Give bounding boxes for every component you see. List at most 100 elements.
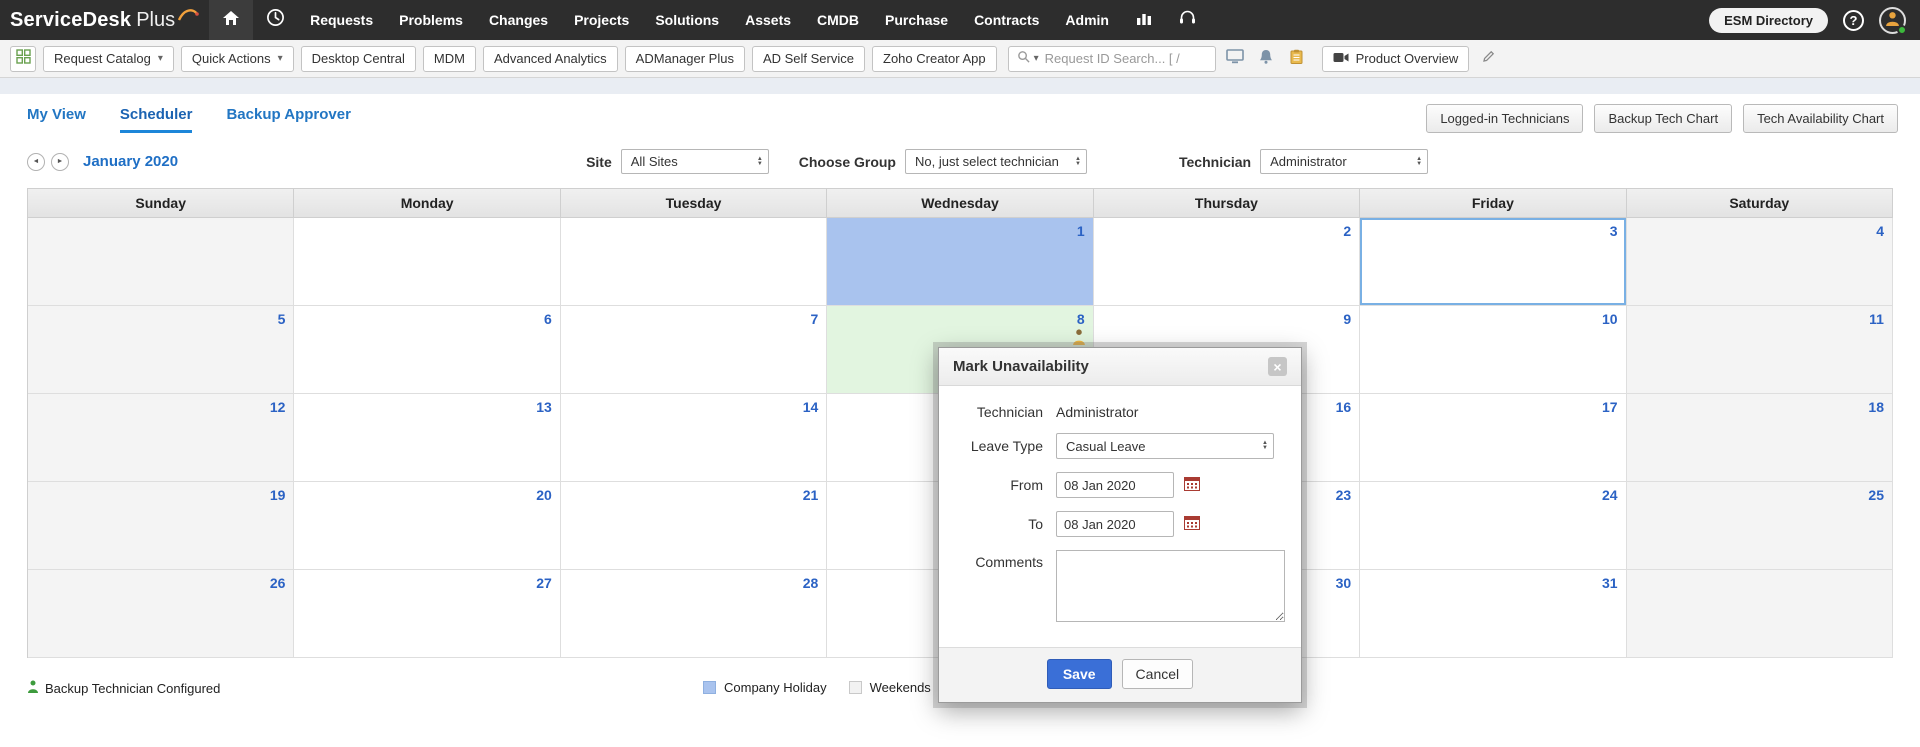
tab-my-view[interactable]: My View	[27, 106, 86, 133]
modal-technician-label: Technician	[976, 404, 1043, 420]
cancel-button[interactable]: Cancel	[1121, 659, 1194, 689]
calendar-day-header: Friday	[1360, 189, 1627, 218]
secondary-toolbar: Request Catalog ▾ Quick Actions ▾ Deskto…	[0, 40, 1920, 78]
toolbar-button-advanced-analytics[interactable]: Advanced Analytics	[482, 45, 618, 72]
support-button[interactable]	[1166, 0, 1210, 40]
legend-backup-label: Backup Technician Configured	[45, 680, 221, 696]
calendar-day-cell[interactable]: 4	[1626, 218, 1893, 306]
calendar-day-cell[interactable]: 28	[560, 570, 828, 658]
reports-button[interactable]	[1122, 0, 1166, 40]
calendar-day-cell[interactable]: 2	[1093, 218, 1361, 306]
calendar-day-cell[interactable]	[560, 218, 828, 306]
modal-close-button[interactable]: ×	[1268, 357, 1287, 376]
remote-control-button[interactable]	[1223, 46, 1247, 72]
technician-select[interactable]: Administrator ▲ ▼	[1260, 149, 1429, 174]
nav-item-admin[interactable]: Admin	[1052, 0, 1122, 40]
esm-directory-button[interactable]: ESM Directory	[1709, 7, 1828, 33]
calendar-day-cell-company-holiday[interactable]: 1	[827, 218, 1094, 306]
home-nav-button[interactable]	[209, 0, 254, 40]
calendar-day-cell[interactable]: 12	[28, 394, 295, 482]
search-caret-down-icon: ▾	[1033, 52, 1039, 64]
calendar-day-cell[interactable]: 26	[28, 570, 295, 658]
calendar-day-cell[interactable]: 6	[294, 306, 561, 394]
modal-body: Technician Administrator Leave Type Casu…	[939, 386, 1301, 647]
calendar-day-cell[interactable]: 25	[1626, 482, 1893, 570]
from-date-row: From	[955, 472, 1285, 498]
nav-item-projects[interactable]: Projects	[561, 0, 642, 40]
calendar-day-cell[interactable]: 20	[294, 482, 561, 570]
calendar-day-cell[interactable]: 7	[560, 306, 828, 394]
help-button[interactable]: ?	[1843, 9, 1864, 31]
logged-in-technicians-button[interactable]: Logged-in Technicians	[1426, 104, 1584, 133]
calendar-day-cell[interactable]: 27	[294, 570, 561, 658]
toolbar-button-admanager-plus[interactable]: ADManager Plus	[624, 45, 745, 72]
calendar-day-cell[interactable]	[294, 218, 561, 306]
nav-item-cmdb[interactable]: CMDB	[804, 0, 872, 40]
toolbar-button-desktop-central[interactable]: Desktop Central	[300, 45, 416, 72]
calendar-day-cell[interactable]: 19	[28, 482, 295, 570]
prev-month-button[interactable]: ◄	[27, 152, 45, 171]
nav-item-solutions[interactable]: Solutions	[642, 0, 732, 40]
request-catalog-button[interactable]: Request Catalog ▾	[43, 45, 174, 72]
to-date-picker-button[interactable]	[1184, 515, 1200, 533]
calendar-day-cell[interactable]: 24	[1360, 482, 1627, 570]
calendar-day-header: Wednesday	[827, 189, 1094, 218]
nav-item-requests[interactable]: Requests	[297, 0, 386, 40]
calendar-day-cell[interactable]: 17	[1360, 394, 1627, 482]
apps-grid-button[interactable]	[10, 45, 36, 72]
toolbar-button-zoho-creator-app[interactable]: Zoho Creator App	[872, 45, 997, 72]
tab-scheduler[interactable]: Scheduler	[119, 106, 193, 133]
notifications-button[interactable]	[1254, 46, 1278, 72]
calendar-day-cell[interactable]: 31	[1360, 570, 1627, 658]
product-overview-button[interactable]: Product Overview	[1321, 45, 1470, 72]
calendar-day-cell-selected[interactable]: 3	[1360, 218, 1627, 306]
nav-item-changes[interactable]: Changes	[476, 0, 561, 40]
arrow-right-icon: ►	[56, 158, 64, 165]
calendar-day-cell[interactable]: 18	[1626, 394, 1893, 482]
from-date-picker-button[interactable]	[1184, 476, 1200, 494]
calendar-day-cell[interactable]: 14	[560, 394, 828, 482]
calendar-day-cell[interactable]: 10	[1360, 306, 1627, 394]
calendar-day-cell[interactable]: 13	[294, 394, 561, 482]
tasks-button[interactable]	[1285, 46, 1309, 72]
calendar-controls-row: ◄ ► January 2020 Site All Sites ▲ ▼ Choo…	[27, 149, 1893, 174]
site-select-value: All Sites	[630, 154, 678, 169]
to-date-input[interactable]	[1056, 511, 1174, 537]
nav-item-problems[interactable]: Problems	[386, 0, 476, 40]
toolbar-button-ad-self-service[interactable]: AD Self Service	[751, 45, 865, 72]
nav-item-contracts[interactable]: Contracts	[961, 0, 1052, 40]
quick-actions-button[interactable]: Quick Actions ▾	[180, 45, 294, 72]
tabs-row: My View Scheduler Backup Approver Logged…	[0, 94, 1920, 133]
save-button[interactable]: Save	[1046, 659, 1112, 689]
nav-item-purchase[interactable]: Purchase	[872, 0, 961, 40]
calendar-day-cell[interactable]: 5	[28, 306, 295, 394]
edit-pencil-button[interactable]	[1476, 46, 1500, 72]
backup-tech-chart-button[interactable]: Backup Tech Chart	[1594, 104, 1733, 133]
calendar-picker-icon	[1184, 476, 1200, 494]
brand-logo[interactable]: ServiceDesk Plus	[10, 9, 199, 32]
day-number: 19	[269, 487, 286, 503]
from-date-input[interactable]	[1056, 472, 1174, 498]
calendar-day-cell[interactable]: 11	[1626, 306, 1893, 394]
calendar-day-cell[interactable]	[28, 218, 295, 306]
toolbar-button-mdm[interactable]: MDM	[422, 45, 476, 72]
tab-backup-approver[interactable]: Backup Approver	[226, 106, 350, 133]
choose-group-select[interactable]: No, just select technician ▲ ▼	[905, 149, 1087, 174]
legend-weekends-label: Weekends	[869, 680, 931, 695]
day-number: 17	[1601, 399, 1618, 415]
calendar-day-cell[interactable]: 21	[560, 482, 828, 570]
leave-type-select[interactable]: Casual Leave ▲ ▼	[1056, 433, 1274, 459]
select-stepper-icon: ▲ ▼	[1256, 440, 1268, 451]
calendar-day-cell[interactable]	[1626, 570, 1893, 658]
tech-availability-chart-button[interactable]: Tech Availability Chart	[1743, 104, 1898, 133]
nav-item-assets[interactable]: Assets	[732, 0, 804, 40]
recent-items-button[interactable]	[253, 0, 297, 40]
request-id-search-input[interactable]	[1042, 50, 1195, 67]
technician-label: Technician	[1179, 153, 1252, 170]
next-month-button[interactable]: ►	[51, 152, 69, 171]
bell-icon	[1259, 49, 1273, 69]
comments-textarea[interactable]	[1056, 550, 1285, 622]
user-avatar[interactable]	[1879, 6, 1907, 35]
site-select[interactable]: All Sites ▲ ▼	[620, 149, 769, 174]
backup-technician-legend-icon	[27, 680, 39, 696]
